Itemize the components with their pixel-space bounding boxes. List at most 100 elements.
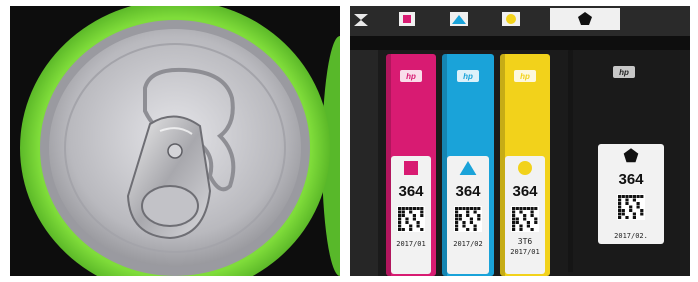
barcode-cell [401,214,405,217]
barcode-cell [409,210,413,214]
barcode-cell [618,198,622,202]
barcode-cell [473,224,477,228]
barcode-cell [618,202,622,205]
cartridge-shade [386,54,391,276]
barcode-cell [420,207,424,210]
barcode-cell [530,214,534,217]
barcode-cell [534,221,538,224]
cartridge-date: 2017/01 [396,240,426,248]
tab-ring-hole [141,185,199,227]
barcode-cell [473,210,477,214]
barcode-cell [534,217,538,221]
barcode-cell [512,228,516,231]
barcode-cell [512,224,516,228]
barcode-cell [629,209,633,212]
cartridge-date: 2017/02. [614,232,648,240]
barcode-cell [625,198,629,202]
barcode-cell [640,209,644,212]
hp-logo-text: hp [463,72,473,81]
barcode-cell [398,228,402,231]
can-photo [10,6,340,276]
barcode-cell [455,210,459,214]
barcode-cell [519,207,523,210]
barcode-cell [462,207,466,210]
barcode-cell [523,214,527,217]
hp-logo-text: hp [619,68,629,77]
cartridge: hp 364 3T6 2017/01 [500,54,550,276]
barcode-cell [420,228,424,231]
barcode-cell [458,207,462,210]
hp-logo-text: hp [520,72,530,81]
barcode-cell [398,221,402,224]
cartridge-group: hp3642017/01hp3642017/02hp3643T62017/01h… [386,50,680,276]
barcode-cell [412,217,416,221]
barcode-cell [455,221,459,224]
cartridge: hp 364 2017/01 [386,54,436,276]
barcode-cell [640,195,644,198]
barcode-cell [625,216,629,219]
barcode-cell [512,210,516,214]
barcode-cell [632,212,636,216]
barcode-cell [530,228,534,231]
cartridge: hp 364 2017/02. [568,50,680,276]
barcode-cell [412,214,416,217]
barcode-cell [526,221,530,224]
barcode-cell [534,207,538,210]
barcode-cell [405,221,409,224]
barcode-cell [621,209,625,212]
barcode-cell [523,207,527,210]
barcode-cell [405,217,409,221]
cartridge-date: 2017/01 [510,248,540,256]
barcode-cell [519,224,523,228]
circle-icon [518,161,532,175]
barcode-cell [455,224,459,228]
barcode-cell [632,198,636,202]
cartridge-shade [442,54,447,276]
barcode-cell [640,212,644,216]
barcode-cell [416,207,420,210]
barcode-cell [530,207,534,210]
barcode-cell [515,221,519,224]
barcode-cell [618,216,622,219]
barcode-cell [636,205,640,209]
barcode-cell [401,228,405,231]
barcode-cell [469,221,473,224]
cartridge-number: 364 [618,171,644,188]
barcode-cell [409,224,413,228]
cartridge-shade [568,50,573,272]
barcode-cell [416,224,420,228]
barcode-cell [621,195,625,198]
cartridge-number: 364 [455,183,481,200]
barcode-cell [458,217,462,221]
barcode-cell [398,210,402,214]
barcode-cell [629,205,633,209]
barcode-cell [512,217,516,221]
barcode-cell [412,207,416,210]
cartridges-image: hp3642017/01hp3642017/02hp3643T62017/01h… [350,6,690,276]
barcode-cell [618,209,622,212]
barcode-cell [632,195,636,198]
barcode-cell [416,221,420,224]
barcode-cell [466,210,470,214]
barcode-cell [519,210,523,214]
barcode-cell [466,207,470,210]
barcode-cell [398,207,402,210]
cartridges-photo: hp 364 2017/01 hp 364 2017/02 hp 364 3T6 2017/01 h… [350,6,690,276]
barcode-cell [636,202,640,205]
barcode-cell [512,214,516,217]
barcode-cell [618,205,622,209]
barcode-cell [462,221,466,224]
barcode-cell [401,210,405,214]
cartridge: hp 364 2017/02 [442,54,494,276]
barcode-cell [469,217,473,221]
barcode-cell [455,228,459,231]
barcode-cell [526,224,530,228]
barcode-cell [523,217,527,221]
square-icon [404,161,418,175]
barcode-cell [473,207,477,210]
slot-square-icon [403,15,411,23]
carriage-bar [350,36,690,50]
barcode-cell [473,228,477,231]
barcode-cell [455,207,459,210]
barcode-cell [477,207,481,210]
